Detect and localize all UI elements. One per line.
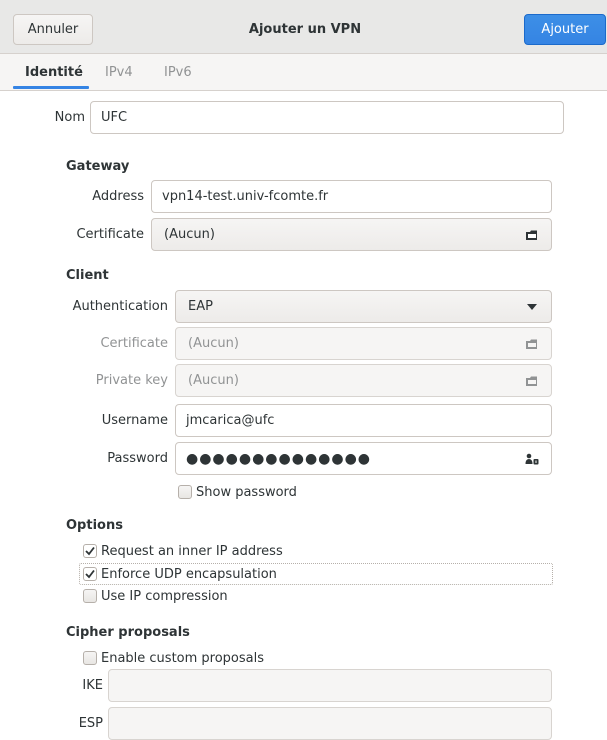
enforce-udp-row[interactable]: Enforce UDP encapsulation (83, 564, 277, 584)
document-open-icon (524, 227, 540, 243)
gateway-address-value: vpn14-test.univ-fcomte.fr (162, 189, 329, 204)
authentication-value: EAP (188, 299, 213, 314)
chevron-down-icon (524, 299, 540, 315)
esp-label: ESP (78, 715, 103, 731)
options-heading: Options (66, 517, 123, 533)
dialog-title: Ajouter un VPN (248, 22, 362, 37)
client-heading: Client (66, 267, 109, 283)
name-value: UFC (101, 110, 128, 125)
ip-compression-label: Use IP compression (101, 588, 228, 604)
ike-field[interactable] (108, 669, 552, 702)
gateway-certificate-chooser[interactable]: (Aucun) (151, 218, 552, 251)
gateway-address-field[interactable]: vpn14-test.univ-fcomte.fr (151, 180, 552, 213)
username-label: Username (101, 412, 168, 428)
cancel-button[interactable]: Annuler (13, 14, 93, 45)
add-button[interactable]: Ajouter (524, 14, 606, 45)
document-open-icon (524, 373, 540, 389)
enable-custom-proposals-checkbox[interactable] (83, 651, 97, 665)
name-label: Nom (54, 109, 85, 125)
private-key-label: Private key (95, 372, 168, 388)
show-password-row[interactable]: Show password (178, 482, 297, 502)
enforce-udp-label: Enforce UDP encapsulation (101, 566, 277, 582)
enable-custom-proposals-row[interactable]: Enable custom proposals (83, 648, 264, 668)
gateway-heading: Gateway (66, 158, 130, 174)
authentication-dropdown[interactable]: EAP (175, 290, 552, 323)
check-icon (85, 569, 95, 579)
ip-compression-row[interactable]: Use IP compression (83, 586, 228, 606)
client-certificate-value: (Aucun) (188, 336, 239, 351)
request-inner-ip-checkbox[interactable] (83, 544, 97, 558)
tab-ipv4[interactable]: IPv4 (105, 54, 133, 91)
client-certificate-chooser[interactable]: (Aucun) (175, 327, 552, 360)
private-key-chooser[interactable]: (Aucun) (175, 364, 552, 397)
cipher-heading: Cipher proposals (66, 624, 190, 640)
show-password-checkbox[interactable] (178, 485, 192, 499)
esp-field[interactable] (108, 707, 552, 740)
tab-bar (0, 54, 607, 91)
request-inner-ip-label: Request an inner IP address (101, 543, 283, 559)
password-value: ●●●●●●●●●●●●●● (186, 450, 372, 467)
gateway-address-label: Address (92, 188, 144, 204)
password-field[interactable]: ●●●●●●●●●●●●●● (175, 442, 552, 475)
user-key-icon[interactable] (524, 451, 540, 467)
username-value: jmcarica@ufc (186, 413, 275, 428)
show-password-label: Show password (196, 484, 297, 500)
check-icon (85, 546, 95, 556)
ike-label: IKE (82, 677, 103, 693)
enforce-udp-checkbox[interactable] (83, 567, 97, 581)
gateway-certificate-value: (Aucun) (164, 227, 215, 242)
client-certificate-label: Certificate (100, 335, 168, 351)
document-open-icon (524, 336, 540, 352)
authentication-label: Authentication (72, 298, 168, 314)
tab-ipv6[interactable]: IPv6 (164, 54, 192, 91)
username-field[interactable]: jmcarica@ufc (175, 404, 552, 437)
gateway-certificate-label: Certificate (76, 226, 144, 242)
private-key-value: (Aucun) (188, 373, 239, 388)
password-label: Password (107, 450, 168, 466)
active-tab-indicator (13, 86, 89, 89)
request-inner-ip-row[interactable]: Request an inner IP address (83, 541, 283, 561)
ip-compression-checkbox[interactable] (83, 589, 97, 603)
name-field[interactable]: UFC (90, 101, 564, 134)
enable-custom-proposals-label: Enable custom proposals (101, 650, 265, 666)
